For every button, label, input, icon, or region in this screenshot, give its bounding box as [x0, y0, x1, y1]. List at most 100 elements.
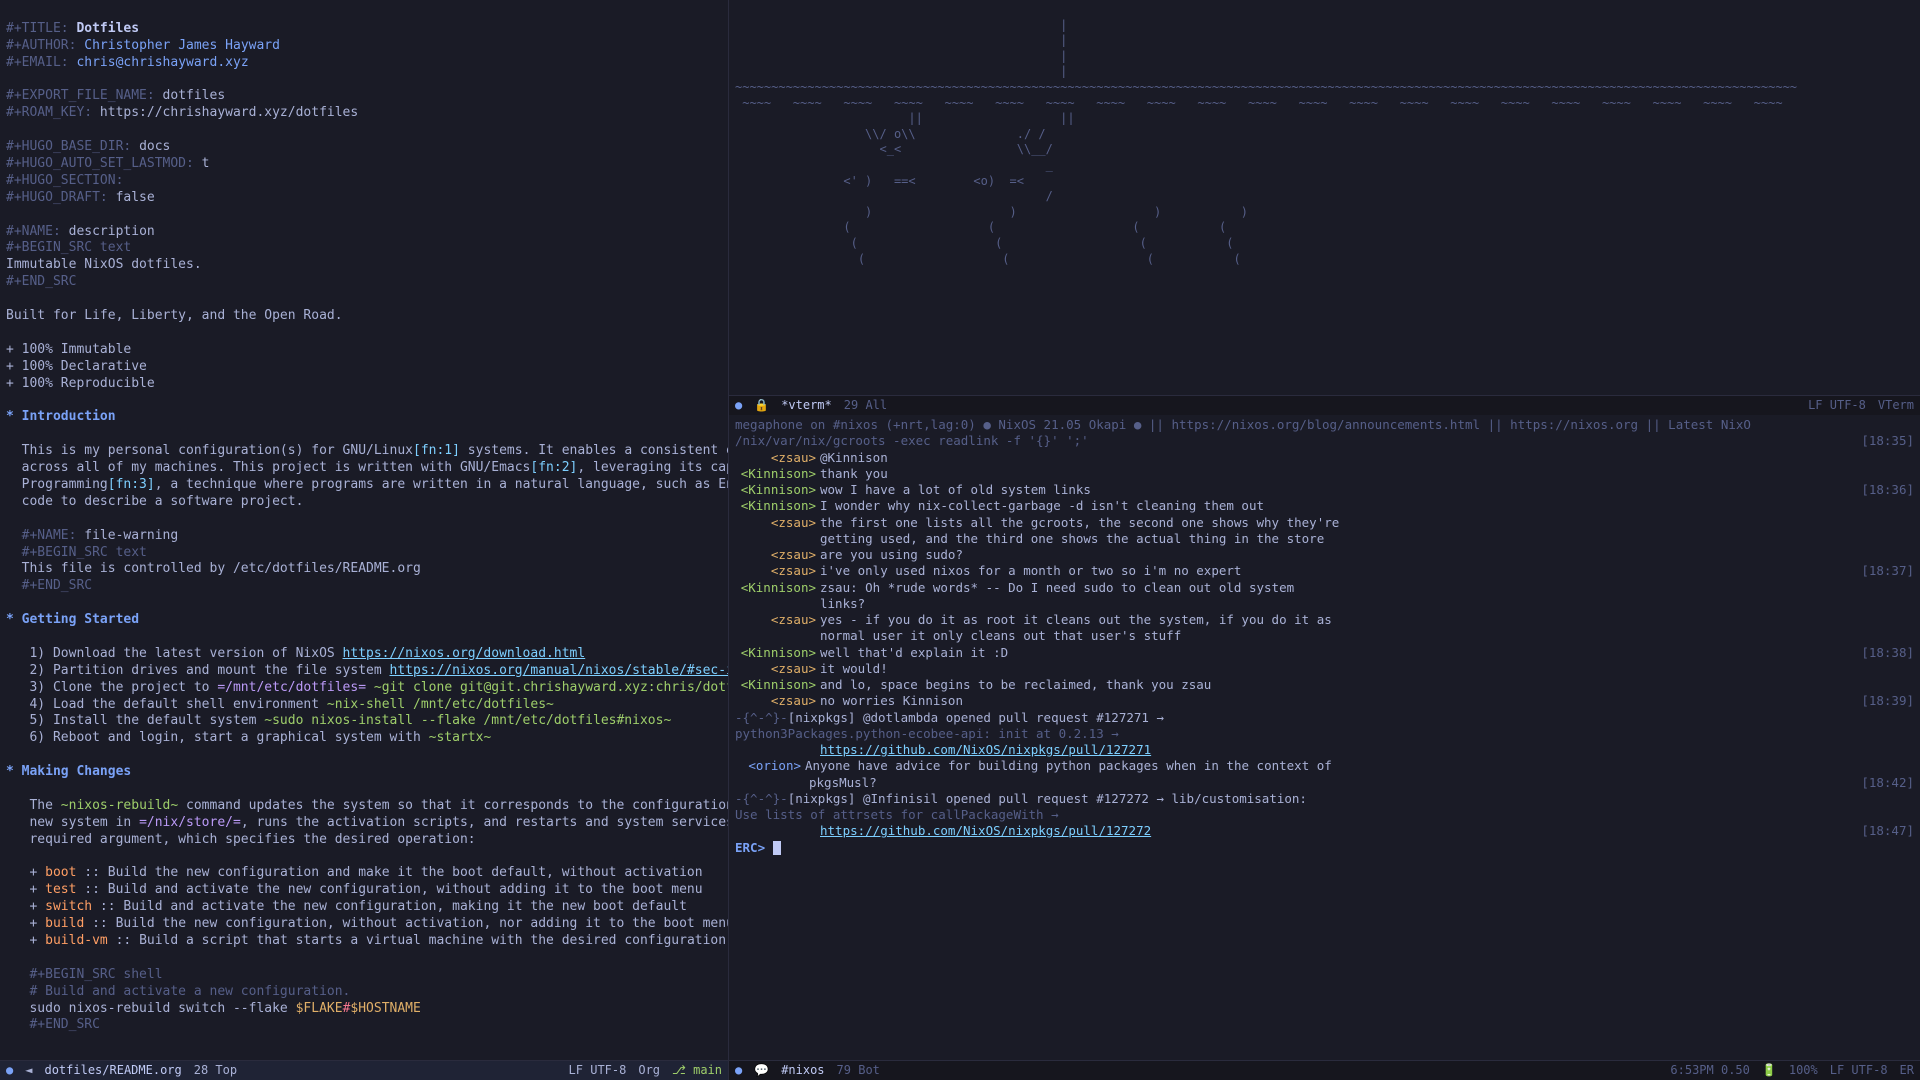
hugo-draft-kw: #+HUGO_DRAFT: — [6, 190, 108, 205]
pr2-link[interactable]: https://github.com/NixOS/nixpkgs/pull/12… — [820, 823, 1151, 838]
hugo-section-kw: #+HUGO_SECTION: — [6, 173, 123, 188]
step-6: 6) Reboot and login, start a graphical s… — [6, 730, 429, 745]
branch-name[interactable]: main — [693, 1063, 722, 1077]
irc-message-row: <Kinnison>thank you — [735, 466, 1914, 482]
begin-src-shell: #+BEGIN_SRC shell — [6, 967, 163, 982]
author-value: Christopher James Hayward — [84, 38, 280, 53]
heading-making-changes[interactable]: * Making Changes — [6, 764, 131, 779]
heading-getting-started[interactable]: * Getting Started — [6, 612, 139, 627]
irc-timestamp: [18:39] — [1861, 693, 1914, 709]
hugo-draft-val: false — [116, 190, 155, 205]
irc-nick — [735, 596, 820, 612]
step-1: 1) Download the latest version of NixOS — [6, 646, 343, 661]
title-keyword: #+TITLE: — [6, 21, 69, 36]
irc-nick: <Kinnison> — [735, 498, 820, 514]
step-2: 2) Partition drives and mount the file s… — [6, 663, 390, 678]
name2-kw: #+NAME: — [6, 528, 76, 543]
vterm-buffer-name[interactable]: *vterm* — [781, 398, 832, 414]
irc-mode[interactable]: ER — [1900, 1063, 1914, 1079]
editor-modeline[interactable]: ● ◄ dotfiles/README.org 28 Top LF UTF-8 … — [0, 1060, 728, 1080]
end-src: #+END_SRC — [6, 274, 76, 289]
ascii-art: | | | | ~~~~~~~~~~~~~~~~~~~~~~~~~~~~~~~~… — [735, 18, 1797, 266]
irc-nick: <zsau> — [735, 450, 820, 466]
vterm-modeline[interactable]: ● 🔒 *vterm* 29 All LF UTF-8 VTerm — [729, 395, 1920, 415]
irc-message-row: <Kinnison>and lo, space begins to be rec… — [735, 677, 1914, 693]
pr2-text: [nixpkgs] @Infinisil opened pull request… — [788, 791, 1914, 807]
heading-intro[interactable]: * Introduction — [6, 409, 116, 424]
step-5: 5) Install the default system — [6, 713, 264, 728]
irc-nick: <Kinnison> — [735, 482, 820, 498]
irc-topic: megaphone on #nixos (+nrt,lag:0) ● NixOS… — [735, 417, 1914, 433]
editor-pane: #+TITLE: Dotfiles #+AUTHOR: Christopher … — [0, 0, 728, 1080]
roam-value: https://chrishayward.xyz/dotfiles — [100, 105, 358, 120]
orion-msg: Anyone have advice for building python p… — [805, 758, 1914, 774]
org-buffer[interactable]: #+TITLE: Dotfiles #+AUTHOR: Christopher … — [0, 0, 728, 1060]
vterm-mode[interactable]: VTerm — [1878, 398, 1914, 414]
hugo-lastmod-val: t — [202, 156, 210, 171]
irc-message-text: and lo, space begins to be reclaimed, th… — [820, 677, 1914, 693]
step-3: 3) Clone the project to — [6, 680, 217, 695]
footnote-3[interactable]: [fn:3] — [108, 477, 155, 492]
irc-nick: <zsau> — [735, 563, 820, 579]
major-mode[interactable]: Org — [638, 1063, 660, 1079]
irc-message-text: are you using sudo? — [820, 547, 1914, 563]
download-link[interactable]: https://nixos.org/download.html — [343, 646, 586, 661]
clock: 6:53PM 0.50 — [1670, 1063, 1749, 1079]
vterm-buffer[interactable]: | | | | ~~~~~~~~~~~~~~~~~~~~~~~~~~~~~~~~… — [729, 0, 1920, 395]
irc-topic-2: /nix/var/nix/gcroots -exec readlink -f '… — [735, 433, 1089, 449]
battery-pct: 100% — [1789, 1063, 1818, 1079]
irc-message-row: <Kinnison>I wonder why nix-collect-garba… — [735, 498, 1914, 514]
tagline: Built for Life, Liberty, and the Open Ro… — [6, 308, 343, 323]
irc-message-row: links? — [735, 596, 1914, 612]
irc-nick: <Kinnison> — [735, 466, 820, 482]
footnote-1[interactable]: [fn:1] — [413, 443, 460, 458]
pr2-text2: Use lists of attrsets for callPackageWit… — [735, 807, 1914, 823]
irc-message-text: normal user it only cleans out that user… — [820, 628, 1914, 644]
branch-icon: ⎇ — [672, 1063, 686, 1077]
irc-nick: <zsau> — [735, 515, 820, 531]
hostname-var: $HOSTNAME — [350, 1001, 420, 1016]
footnote-2[interactable]: [fn:2] — [530, 460, 577, 475]
src-content: Immutable NixOS dotfiles. — [6, 257, 202, 272]
irc-message-row: <zsau>the first one lists all the gcroot… — [735, 515, 1914, 531]
export-value: dotfiles — [163, 88, 226, 103]
irc-message-row: getting used, and the third one shows th… — [735, 531, 1914, 547]
vterm-encoding: LF UTF-8 — [1808, 398, 1866, 414]
irc-message-row: normal user it only cleans out that user… — [735, 628, 1914, 644]
hugo-lastmod-kw: #+HUGO_AUTO_SET_LASTMOD: — [6, 156, 194, 171]
irc-message-text: yes - if you do it as root it cleans out… — [820, 612, 1914, 628]
irc-modeline[interactable]: ● 💬 #nixos 79 Bot 6:53PM 0.50 🔋 100% LF … — [729, 1060, 1920, 1080]
pr1-link[interactable]: https://github.com/NixOS/nixpkgs/pull/12… — [820, 742, 1151, 757]
irc-nick — [735, 628, 820, 644]
build-kw: build — [45, 916, 84, 931]
feature-2: + 100% Declarative — [6, 359, 147, 374]
flake-var: $FLAKE — [296, 1001, 343, 1016]
name-val: description — [69, 224, 155, 239]
cursor[interactable] — [773, 841, 781, 855]
irc-message-row: <zsau>are you using sudo? — [735, 547, 1914, 563]
orion-time: [18:42] — [1861, 775, 1914, 791]
irc-message-text: zsau: Oh *rude words* -- Do I need sudo … — [820, 580, 1914, 596]
modified-indicator-icon: ● — [6, 1063, 13, 1079]
irc-message-text: the first one lists all the gcroots, the… — [820, 515, 1914, 531]
buffer-name[interactable]: dotfiles/README.org — [44, 1063, 181, 1079]
irc-timestamp: [18:37] — [1861, 563, 1914, 579]
build-vm-kw: build-vm — [45, 933, 108, 948]
lock-icon: 🔒 — [754, 398, 769, 414]
irc-message-text: I wonder why nix-collect-garbage -d isn'… — [820, 498, 1914, 514]
irc-message-text: well that'd explain it :D — [820, 645, 1861, 661]
partition-link[interactable]: https://nixos.org/manual/nixos/stable/#s… — [390, 663, 728, 678]
pr1-text2: python3Packages.python-ecobee-api: init … — [735, 726, 1914, 742]
boot-kw: boot — [45, 865, 76, 880]
irc-message-text: thank you — [820, 466, 1914, 482]
irc-buffer[interactable]: megaphone on #nixos (+nrt,lag:0) ● NixOS… — [729, 415, 1920, 1060]
name2-val: file-warning — [84, 528, 178, 543]
irc-channel-name[interactable]: #nixos — [781, 1063, 824, 1079]
irc-nick: <Kinnison> — [735, 645, 820, 661]
irc-encoding: LF UTF-8 — [1830, 1063, 1888, 1079]
irc-nick: <zsau> — [735, 661, 820, 677]
irc-message-text: wow I have a lot of old system links — [820, 482, 1861, 498]
back-icon[interactable]: ◄ — [25, 1063, 32, 1079]
irc-nick: <zsau> — [735, 612, 820, 628]
name-kw: #+NAME: — [6, 224, 61, 239]
